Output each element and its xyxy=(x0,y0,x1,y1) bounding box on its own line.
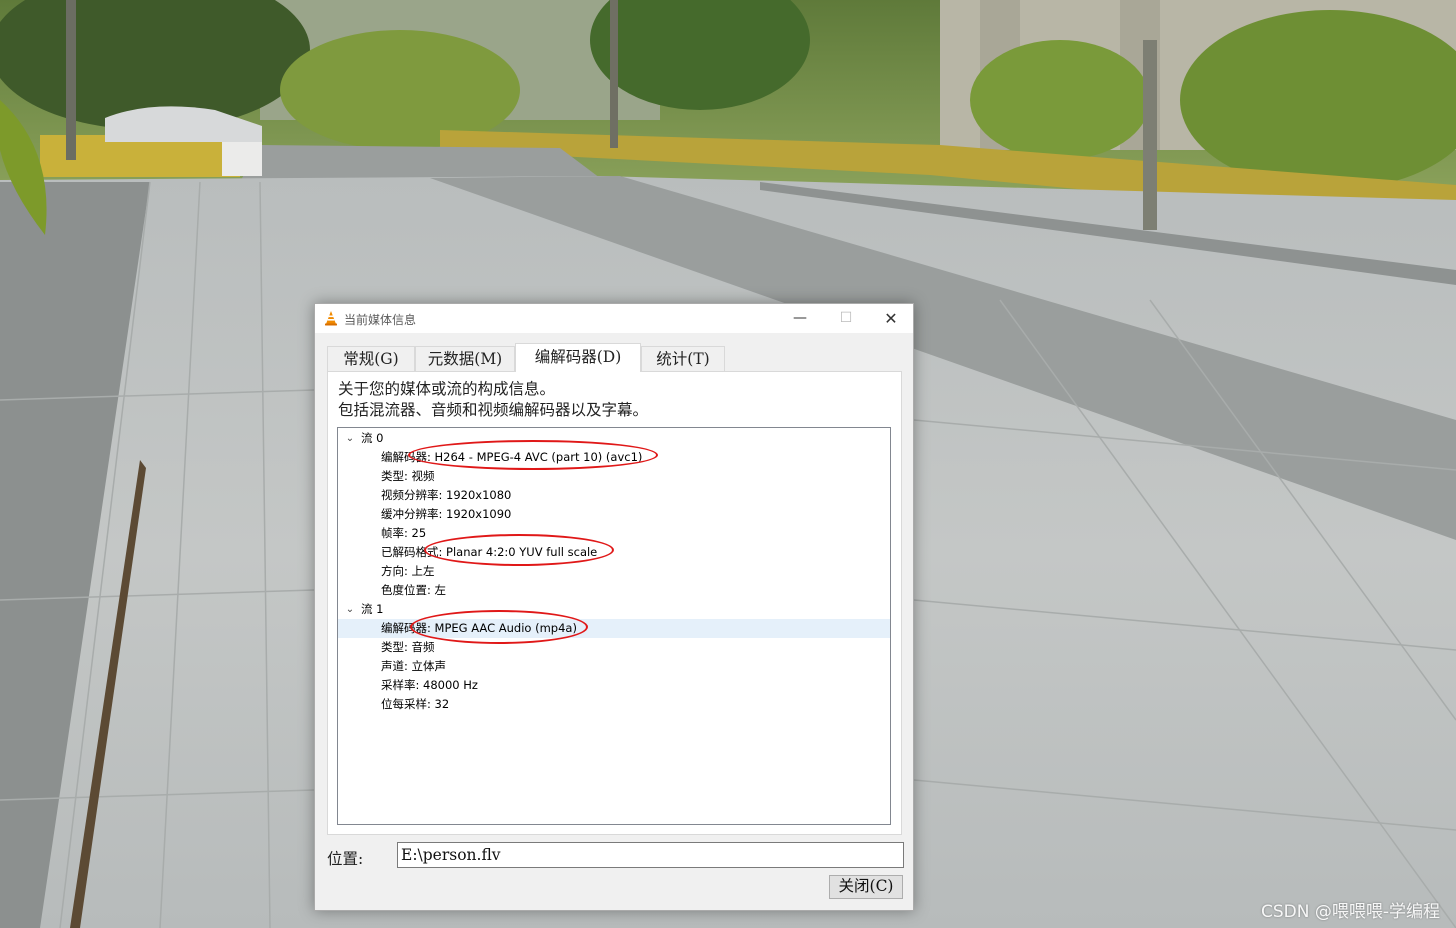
close-window-button[interactable]: ✕ xyxy=(868,304,914,333)
tab-codec[interactable]: 编解码器(D) xyxy=(515,343,641,372)
minimize-icon: — xyxy=(793,310,807,326)
tree-item[interactable]: 采样率: 48000 Hz xyxy=(338,676,890,695)
tab-statistics[interactable]: 统计(T) xyxy=(641,346,725,371)
watermark: CSDN @喂喂喂-学编程 xyxy=(1260,902,1440,922)
tree-item[interactable]: 类型: 音频 xyxy=(338,638,890,657)
tab-general[interactable]: 常规(G) xyxy=(327,346,415,371)
tree-item[interactable]: 帧率: 25 xyxy=(338,524,890,543)
vlc-cone-icon xyxy=(325,311,337,326)
tree-item[interactable]: 编解码器: H264 - MPEG-4 AVC (part 10) (avc1) xyxy=(338,448,890,467)
tree-item[interactable]: 色度位置: 左 xyxy=(338,581,890,600)
stream-label: 流 0 xyxy=(361,431,384,445)
tree-item[interactable]: 方向: 上左 xyxy=(338,562,890,581)
media-info-dialog: 当前媒体信息 — ☐ ✕ 常规(G) 元数据(M) 编解码器(D) 统计(T) … xyxy=(314,303,914,911)
codec-tree[interactable]: ⌄ 流 0 编解码器: H264 - MPEG-4 AVC (part 10) … xyxy=(337,427,891,825)
tree-node-stream-1[interactable]: ⌄ 流 1 xyxy=(338,600,890,619)
tree-item[interactable]: 缓冲分辨率: 1920x1090 xyxy=(338,505,890,524)
tree-item[interactable]: 类型: 视频 xyxy=(338,467,890,486)
location-label: 位置: xyxy=(327,850,364,868)
tree-item-selected[interactable]: 编解码器: MPEG AAC Audio (mp4a) xyxy=(338,619,890,638)
tree-item[interactable]: 视频分辨率: 1920x1080 xyxy=(338,486,890,505)
intro-line-2: 包括混流器、音频和视频编解码器以及字幕。 xyxy=(338,401,649,419)
maximize-icon: ☐ xyxy=(839,310,853,326)
tab-metadata[interactable]: 元数据(M) xyxy=(415,346,515,371)
tree-item[interactable]: 已解码格式: Planar 4:2:0 YUV full scale xyxy=(338,543,890,562)
window-title: 当前媒体信息 xyxy=(344,313,417,327)
close-icon: ✕ xyxy=(884,309,898,328)
title-bar[interactable]: 当前媒体信息 — ☐ ✕ xyxy=(315,304,913,333)
chevron-down-icon[interactable]: ⌄ xyxy=(344,429,356,448)
minimize-button[interactable]: — xyxy=(777,304,823,333)
tree-node-stream-0[interactable]: ⌄ 流 0 xyxy=(338,429,890,448)
tree-item[interactable]: 位每采样: 32 xyxy=(338,695,890,714)
stream-label: 流 1 xyxy=(361,602,384,616)
close-button[interactable]: 关闭(C) xyxy=(829,875,903,899)
intro-line-1: 关于您的媒体或流的构成信息。 xyxy=(338,380,556,398)
codec-tab-panel: 关于您的媒体或流的构成信息。 包括混流器、音频和视频编解码器以及字幕。 ⌄ 流 … xyxy=(327,371,902,835)
tree-item[interactable]: 声道: 立体声 xyxy=(338,657,890,676)
maximize-button[interactable]: ☐ xyxy=(823,304,869,333)
intro-text: 关于您的媒体或流的构成信息。 包括混流器、音频和视频编解码器以及字幕。 xyxy=(338,379,898,421)
location-field[interactable]: E:\person.flv xyxy=(397,842,904,868)
chevron-down-icon[interactable]: ⌄ xyxy=(344,600,356,619)
